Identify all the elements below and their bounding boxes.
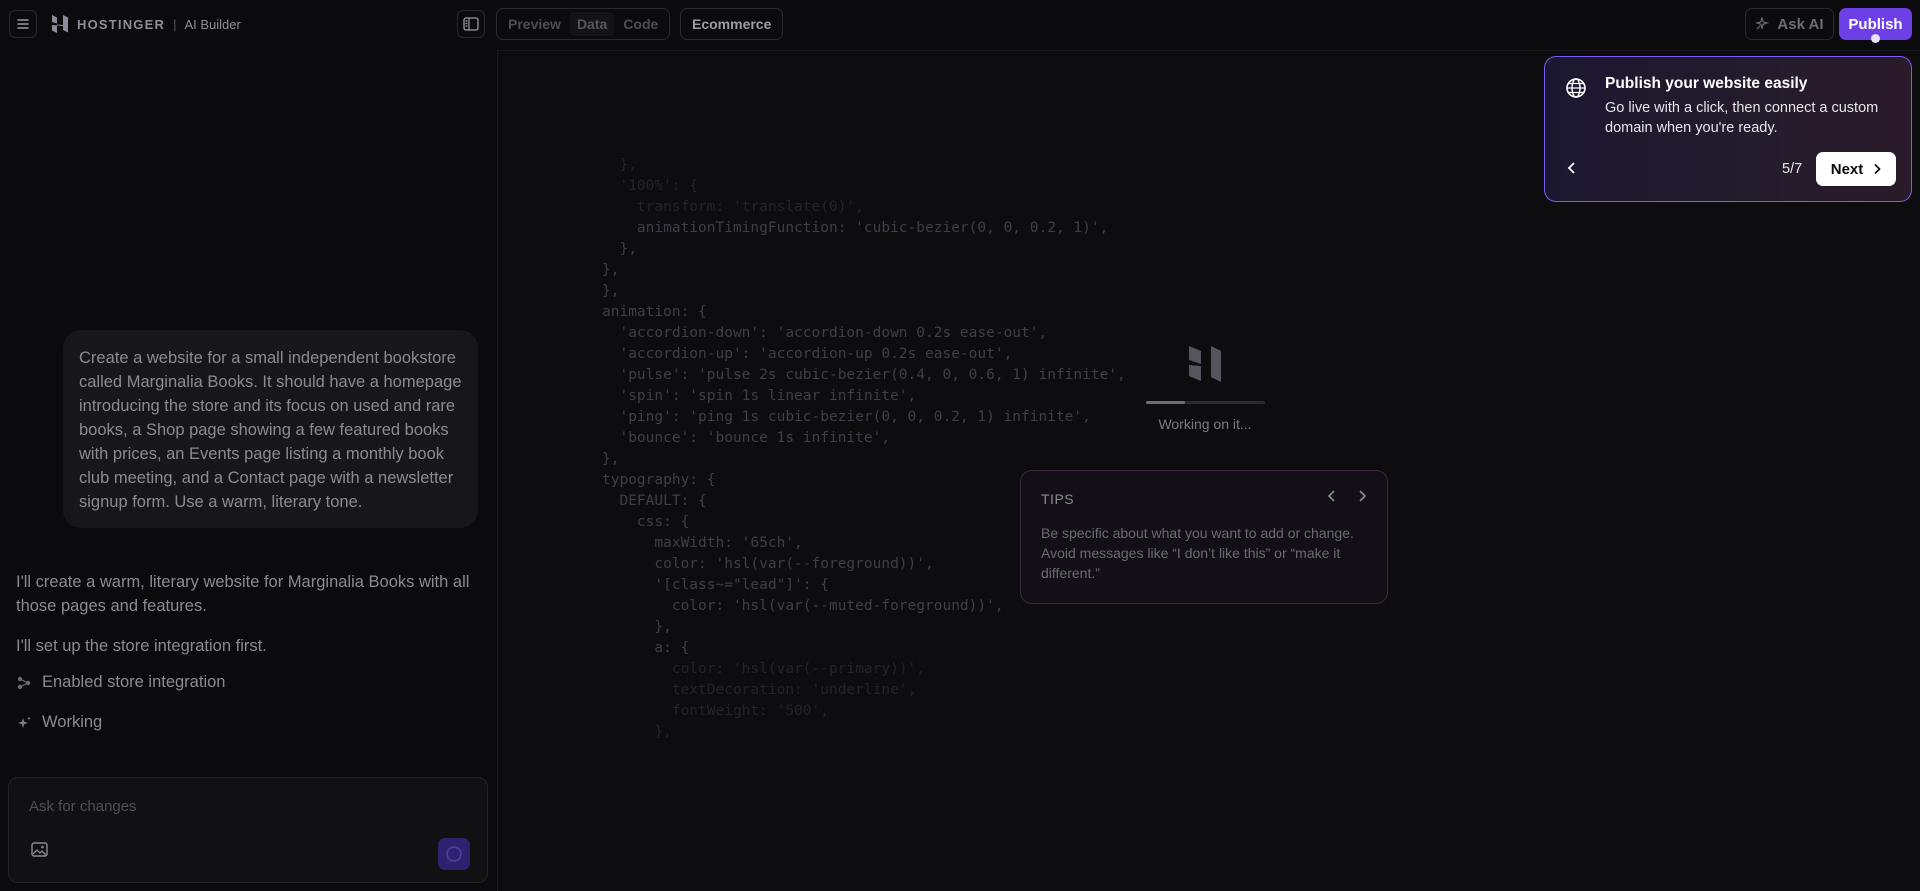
code-line: }, <box>602 724 672 740</box>
code-line: animation: { <box>602 304 707 320</box>
view-tabs: Preview Data Code <box>496 8 671 40</box>
ai-reply: I'll create a warm, literary website for… <box>16 573 470 615</box>
code-line: '100%': { <box>602 178 699 194</box>
chevron-left-icon <box>1567 162 1575 174</box>
image-icon <box>31 842 48 857</box>
globe-icon <box>1566 78 1586 98</box>
send-button[interactable] <box>438 838 470 870</box>
chat-input[interactable]: Ask for changes <box>29 798 137 815</box>
code-line: }, <box>602 157 637 173</box>
chevron-left-icon[interactable] <box>1327 489 1337 503</box>
code-line: animationTimingFunction: 'cubic-bezier(0… <box>602 220 1109 236</box>
store-integration-icon <box>17 676 31 689</box>
tour-next-label: Next <box>1830 160 1864 178</box>
chevron-right-icon[interactable] <box>1357 489 1367 503</box>
step-item: Enabled store integration <box>16 673 225 692</box>
sparkle-icon <box>18 716 31 728</box>
tab-code[interactable]: Code <box>616 12 665 36</box>
code-line: color: 'hsl(var(--primary))', <box>602 661 926 677</box>
tips-card: TIPS Be specific about what you want to … <box>1020 470 1388 604</box>
loading-indicator: Working on it... <box>1145 342 1265 432</box>
ecommerce-chip[interactable]: Ecommerce <box>680 8 784 40</box>
tips-body: Be specific about what you want to add o… <box>1041 525 1354 581</box>
code-view: }, '100%': { transform: 'translate(0)', … <box>602 155 1126 743</box>
code-line: textDecoration: 'underline', <box>602 682 917 698</box>
attach-image-button[interactable] <box>31 842 48 862</box>
tour-next-button[interactable]: Next <box>1816 152 1896 186</box>
ask-ai-button[interactable]: Ask AI <box>1745 8 1834 40</box>
brand-separator: | <box>173 16 177 32</box>
step-item: Working <box>16 713 102 732</box>
composer: Ask for changes <box>8 777 488 883</box>
logo[interactable]: HOSTINGER | AI Builder <box>51 14 241 34</box>
code-line: }, <box>602 283 620 299</box>
tour-anchor-dot <box>1871 34 1880 43</box>
product-name: AI Builder <box>184 16 241 32</box>
code-line: 'spin': 'spin 1s linear infinite', <box>602 388 917 404</box>
code-line: a: { <box>602 640 690 656</box>
user-message-bubble: Create a website for a small independent… <box>63 330 478 528</box>
toggle-sidebar-button[interactable] <box>457 10 485 38</box>
ai-reply: I'll set up the store integration first. <box>16 637 267 655</box>
code-line: 'accordion-up': 'accordion-up 0.2s ease-… <box>602 346 1013 362</box>
tour-description: Go live with a click, then connect a cus… <box>1605 100 1879 136</box>
code-line: 'bounce': 'bounce 1s infinite', <box>602 430 891 446</box>
tips-nav <box>1327 489 1367 503</box>
tour-prev-button[interactable] <box>1567 161 1577 180</box>
code-line: }, <box>602 262 620 278</box>
tips-title: TIPS <box>1041 491 1075 507</box>
loading-progress-bar <box>1145 401 1265 404</box>
loading-text: Working on it... <box>1158 416 1252 432</box>
code-line: }, <box>602 241 637 257</box>
code-line: 'accordion-down': 'accordion-down 0.2s e… <box>602 325 1048 341</box>
step-label: Working <box>42 713 103 731</box>
hostinger-logo-icon <box>52 15 68 33</box>
loading-progress-fill <box>1145 401 1185 404</box>
tour-step-counter: 5/7 <box>1782 161 1803 177</box>
code-line: 'pulse': 'pulse 2s cubic-bezier(0.4, 0, … <box>602 367 1126 383</box>
sparkle-icon <box>1755 17 1770 30</box>
ask-ai-label: Ask AI <box>1777 15 1824 33</box>
menu-button[interactable] <box>9 10 37 38</box>
code-line: }, <box>602 451 620 467</box>
step-label: Enabled store integration <box>42 673 226 691</box>
code-line: }, <box>602 619 672 635</box>
hamburger-icon <box>17 19 29 29</box>
brand-name: HOSTINGER <box>77 16 166 32</box>
chevron-right-icon <box>1874 163 1881 175</box>
tab-preview[interactable]: Preview <box>501 12 568 36</box>
code-line: 'ping': 'ping 1s cubic-bezier(0, 0, 0.2,… <box>602 409 1091 425</box>
code-line: transform: 'translate(0)', <box>602 199 864 215</box>
top-bar: HOSTINGER | AI Builder Preview Data Code… <box>0 0 1920 48</box>
code-line: fontWeight: '500', <box>602 703 829 719</box>
tab-data[interactable]: Data <box>569 12 615 36</box>
tour-title: Publish your website easily <box>1605 75 1808 92</box>
hostinger-logo-icon <box>1189 346 1221 382</box>
onboarding-tour-popover: Publish your website easily Go live with… <box>1544 56 1912 202</box>
loading-spinner-icon <box>446 846 462 862</box>
sidebar-panel-icon <box>463 17 479 31</box>
